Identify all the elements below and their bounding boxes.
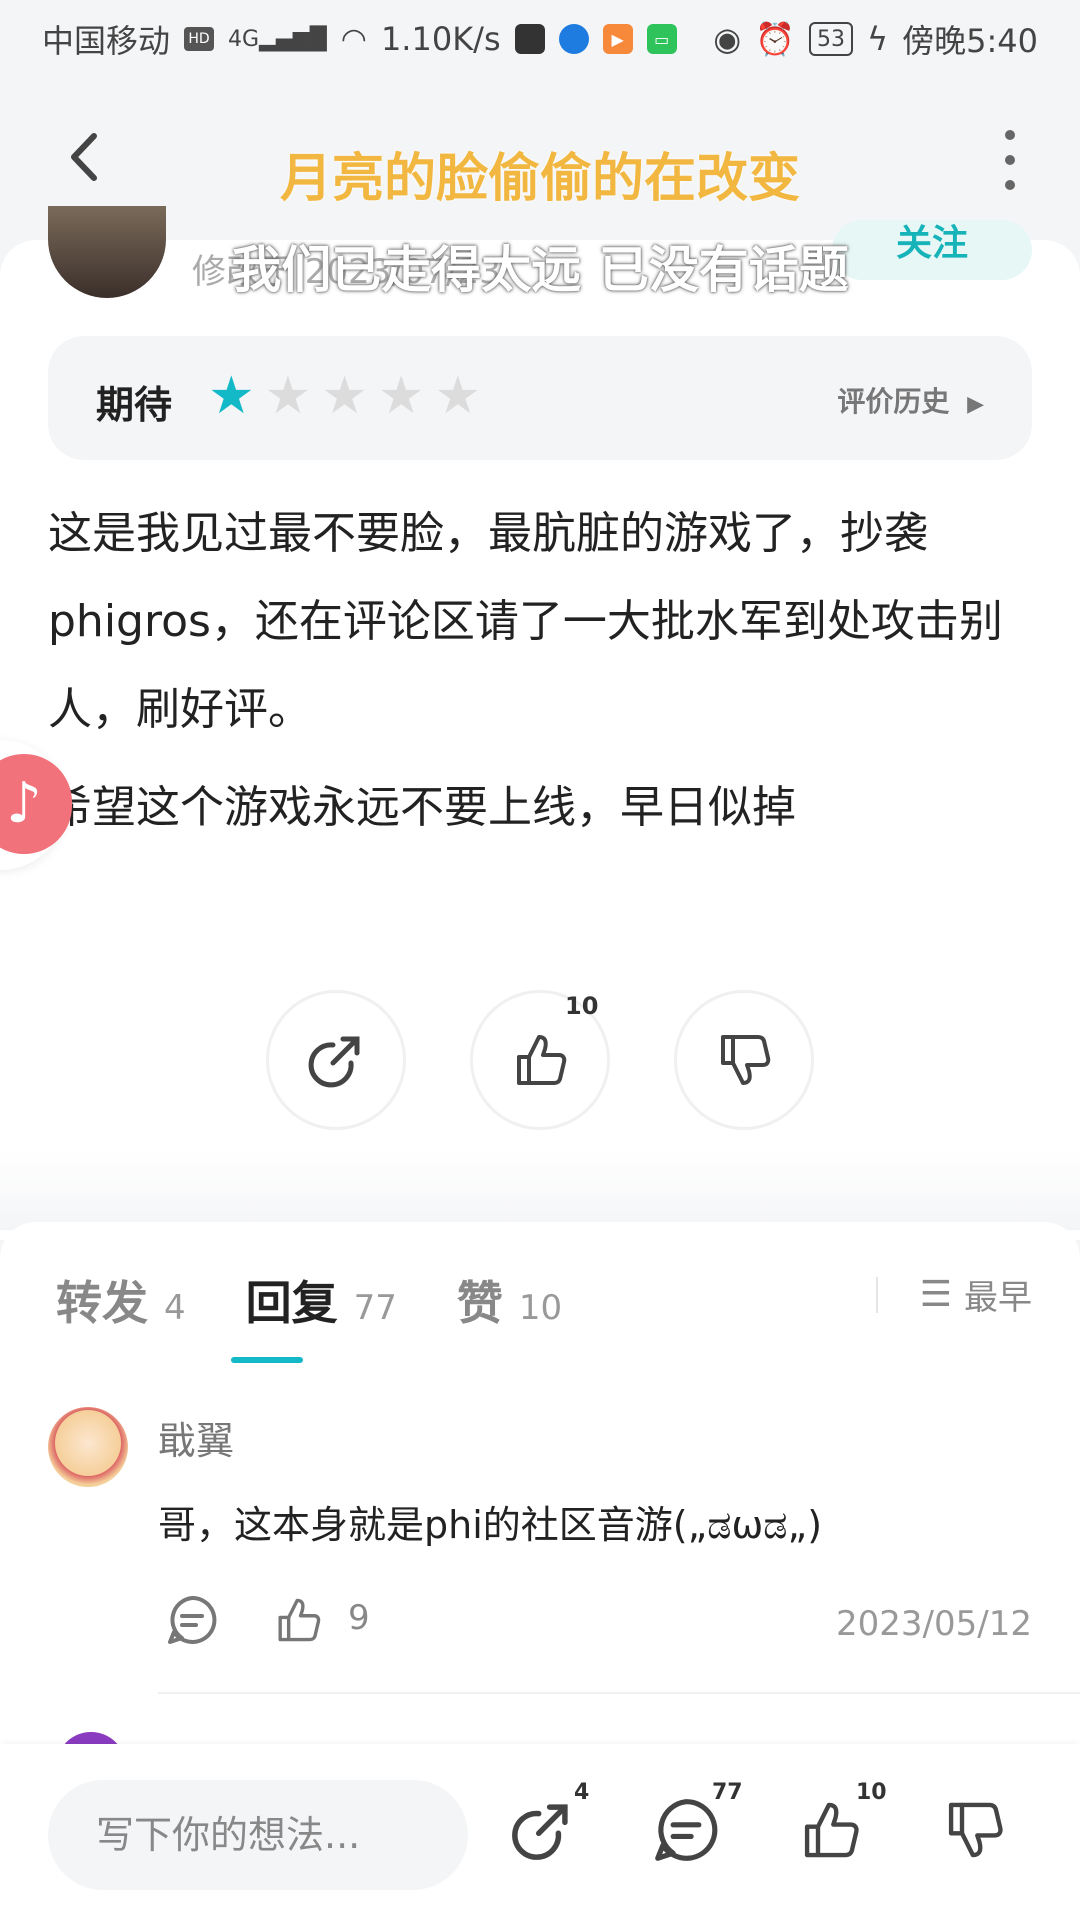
sort-button[interactable]: ☰ 最早 [875, 1270, 1032, 1319]
comment-button[interactable]: 77 [650, 1780, 743, 1874]
network-type: 4G [228, 26, 260, 52]
avatar[interactable] [48, 1407, 128, 1487]
tab-count: 77 [353, 1288, 397, 1328]
rating-box: 期待 ★ ★ ★ ★ ★ 评价历史 ▶ [48, 336, 1032, 460]
reply-text: 哥，这本身就是phi的社区音游(„ಡωಡ„) [158, 1503, 823, 1547]
bottom-dislike-button[interactable] [938, 1794, 1018, 1874]
hd-icon: HD [184, 27, 215, 51]
sort-icon: ☰ [919, 1274, 952, 1315]
replies-sheet: 转发 4 回复 77 赞 10 ☰ 最早 戢翼 哥，这本身就是phi的社区音游(… [0, 1222, 1080, 1782]
status-bar-right: ◉ ⏰ 53 ϟ 傍晚5:40 [713, 16, 1038, 62]
status-bar-left: 中国移动 HD 4G▂▄▆█ ◠ 1.10K/s ▶ ▭ [42, 16, 677, 62]
star-icon-empty: ★ [377, 366, 425, 426]
sort-label: 最早 [964, 1278, 1032, 1318]
more-options-button[interactable] [990, 130, 1030, 190]
top-bar: 月亮的脸偷偷的在改变 [0, 100, 1080, 220]
rating-history-label: 评价历史 [837, 385, 950, 418]
comment-count: 77 [712, 1780, 743, 1805]
like-count: 10 [856, 1780, 887, 1805]
rating-history-link[interactable]: 评价历史 ▶ [837, 380, 984, 420]
tab-likes[interactable]: 赞 10 [457, 1267, 562, 1333]
tab-label: 转发 [56, 1276, 148, 1330]
divider [158, 1692, 1080, 1694]
tab-replies[interactable]: 回复 77 [246, 1267, 397, 1333]
repost-count: 4 [574, 1780, 590, 1805]
active-tab-indicator [231, 1357, 303, 1363]
tab-count: 10 [518, 1288, 563, 1328]
share-icon [512, 1804, 568, 1860]
repost-button[interactable]: 4 [506, 1780, 589, 1874]
review-paragraph: 这是我见过最不要脸，最肮脏的游戏了，抄袭phigros，还在评论区请了一大批水军… [48, 508, 1003, 735]
dot-icon [1005, 130, 1015, 140]
tab-count: 4 [164, 1288, 186, 1328]
share-button[interactable] [266, 990, 406, 1130]
video-app-icon: ▶ [602, 24, 633, 54]
dislike-button[interactable] [674, 990, 814, 1130]
network-speed: 1.10K/s [380, 20, 501, 58]
dot-icon [1005, 180, 1015, 190]
review-content: 这是我见过最不要脸，最肮脏的游戏了，抄袭phigros，还在评论区请了一大批水军… [48, 490, 1038, 852]
message-app-icon: ▭ [646, 24, 677, 54]
reply-like-count: 9 [348, 1598, 370, 1638]
review-paragraph: 希望这个游戏永远不要上线，早日似掉 [48, 782, 796, 833]
tab-label: 回复 [245, 1276, 338, 1330]
battery-level: 53 [817, 26, 846, 52]
dot-icon [1005, 155, 1015, 165]
caret-right-icon: ▶ [967, 392, 984, 417]
battery-icon: 53 [809, 22, 854, 56]
like-count-badge: 10 [565, 992, 599, 1020]
clock: 傍晚5:40 [902, 22, 1038, 60]
eye-icon: ◉ [713, 20, 742, 58]
rating-label: 期待 [96, 383, 173, 427]
thumbs-down-icon [948, 1802, 1003, 1858]
star-rating: ★ ★ ★ ★ ★ [208, 366, 481, 426]
comment-icon [168, 1595, 217, 1644]
reply-author-name[interactable]: 戢翼 [158, 1410, 234, 1465]
star-icon-empty: ★ [321, 366, 368, 426]
thumbs-up-icon [517, 1035, 567, 1085]
share-icon [308, 1036, 360, 1088]
thumbs-down-icon [721, 1035, 771, 1085]
reply-date: 2023/05/12 [836, 1604, 1032, 1644]
browser-app-icon [558, 24, 589, 54]
replies-tabs: 转发 4 回复 77 赞 10 [56, 1267, 622, 1333]
wifi-icon: ◠ [340, 21, 367, 57]
bottom-bar: 4 77 10 [0, 1744, 1080, 1920]
alarm-icon: ⏰ [755, 20, 796, 58]
bottom-like-button[interactable]: 10 [794, 1780, 887, 1874]
reply-comment-button[interactable] [164, 1592, 224, 1652]
lyric-line-1: 月亮的脸偷偷的在改变 [279, 149, 800, 209]
star-icon-empty: ★ [434, 366, 482, 426]
signal-icon: 4G▂▄▆█ [228, 26, 327, 52]
thumbs-up-icon [278, 1598, 321, 1642]
section-fade [0, 1150, 1080, 1230]
star-icon-empty: ★ [264, 366, 312, 426]
reply-actions: 9 2023/05/12 [158, 1592, 1032, 1652]
status-bar: 中国移动 HD 4G▂▄▆█ ◠ 1.10K/s ▶ ▭ ◉ ⏰ 53 ϟ 傍晚… [0, 0, 1080, 78]
carrier-label: 中国移动 [42, 22, 171, 60]
divider [875, 1276, 878, 1313]
tab-label: 赞 [456, 1276, 503, 1330]
comment-input[interactable] [48, 1780, 468, 1890]
reply-like-button[interactable] [270, 1592, 330, 1652]
review-actions: 10 [0, 990, 1080, 1130]
charging-icon: ϟ [867, 20, 889, 58]
star-icon-filled: ★ [208, 366, 255, 426]
tab-repost[interactable]: 转发 4 [56, 1267, 186, 1333]
huawei-app-icon [514, 24, 545, 54]
lyric-line-2: 我们已走得太远 已没有话题 [231, 241, 849, 299]
